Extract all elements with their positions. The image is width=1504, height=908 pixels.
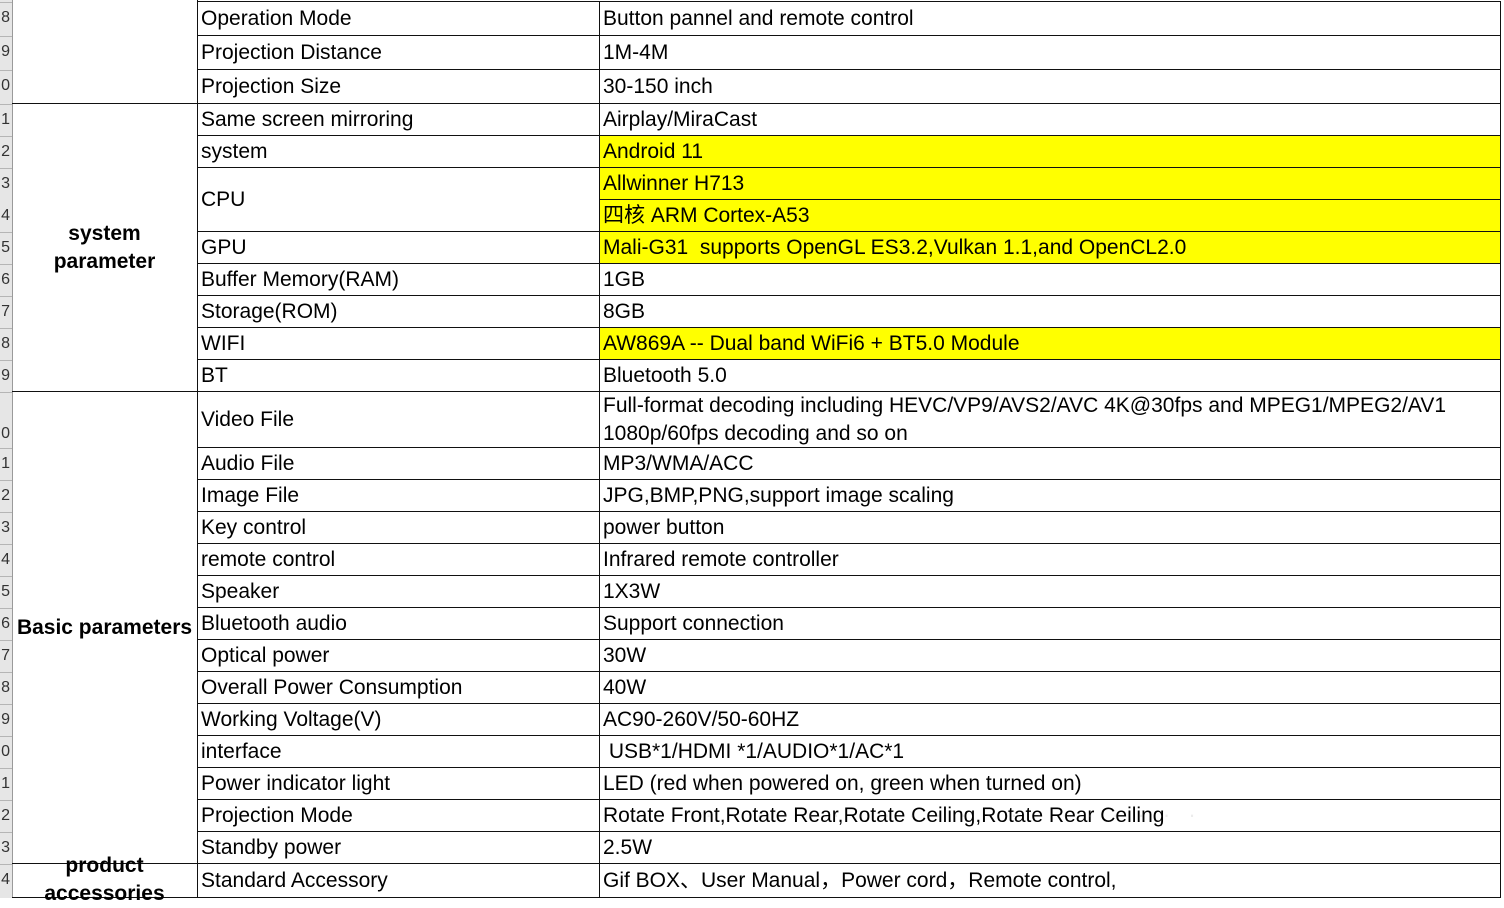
group-cell-1: system parameter (12, 104, 198, 392)
value-cell: Support connection (600, 608, 1501, 640)
param-cell: Same screen mirroring (198, 104, 600, 136)
value-cell: 8GB (600, 296, 1501, 328)
value-cell: Gif BOX、User Manual，Power cord，Remote co… (600, 864, 1501, 898)
value-cell: Button pannel and remote control (600, 2, 1501, 36)
value-cell: Infrared remote controller (600, 544, 1501, 576)
group-label-line: product (65, 854, 144, 877)
param-cell: Projection Size (198, 70, 600, 104)
param-cell: Bluetooth audio (198, 608, 600, 640)
param-cell: Key control (198, 512, 600, 544)
value-cell: 1M-4M (600, 36, 1501, 70)
param-cell: Power indicator light (198, 768, 600, 800)
group-label-line: Basic parameters (16, 615, 193, 639)
param-cell: Audio File (198, 448, 600, 480)
param-cell: WIFI (198, 328, 600, 360)
param-cell: Working Voltage(V) (198, 704, 600, 736)
group-label-line: system (68, 221, 141, 245)
param-cell: Video File (198, 392, 600, 448)
param-cell: interface (198, 736, 600, 768)
param-cell: Projection Mode (198, 800, 600, 832)
param-cell: GPU (198, 232, 600, 264)
value-cell: power button (600, 512, 1501, 544)
value-cell: USB*1/HDMI *1/AUDIO*1/AC*1 (600, 736, 1501, 768)
group-cell-continued (12, 2, 198, 104)
value-cell: 四核 ARM Cortex-A53 (600, 200, 1501, 232)
group-label-line: parameter (53, 249, 156, 273)
param-cell: Operation Mode (198, 2, 600, 36)
value-cell: 1GB (600, 264, 1501, 296)
param-cell: Standard Accessory (198, 864, 600, 898)
value-cell: AW869A -- Dual band WiFi6 + BT5.0 Module (600, 328, 1501, 360)
param-cell: BT (198, 360, 600, 392)
value-cell: 2.5W (600, 832, 1501, 864)
value-cell: LED (red when powered on, green when tur… (600, 768, 1501, 800)
value-cell: 1X3W (600, 576, 1501, 608)
group-cell-3: product accessories (12, 854, 198, 905)
value-cell: Allwinner H713 (600, 168, 1501, 200)
param-cell: Image File (198, 480, 600, 512)
param-cell: Projection Distance (198, 36, 600, 70)
param-cell: Speaker (198, 576, 600, 608)
value-cell: 30W (600, 640, 1501, 672)
value-cell: Mali-G31 supports OpenGL ES3.2,Vulkan 1.… (600, 232, 1501, 264)
value-cell: Airplay/MiraCast (600, 104, 1501, 136)
value-cell: 40W (600, 672, 1501, 704)
group-label-line: accessories (44, 882, 165, 905)
value-cell: Bluetooth 5.0 (600, 360, 1501, 392)
value-cell: MP3/WMA/ACC (600, 448, 1501, 480)
watermark: · · · · · · · · · · · · · · · · · · · · (705, 802, 1202, 827)
param-cell: remote control (198, 544, 600, 576)
param-cell: system (198, 136, 600, 168)
param-cell: Optical power (198, 640, 600, 672)
value-cell: 30-150 inch (600, 70, 1501, 104)
param-cell: Overall Power Consumption (198, 672, 600, 704)
value-cell: Full-format decoding including HEVC/VP9/… (600, 392, 1501, 448)
group-cell-2: Basic parameters (12, 392, 198, 864)
value-cell: Android 11 (600, 136, 1501, 168)
param-cell: Standby power (198, 832, 600, 864)
spec-sheet: system parameter Basic parameters product ac… (0, 0, 1504, 905)
value-cell: JPG,BMP,PNG,support image scaling (600, 480, 1501, 512)
param-cell: Buffer Memory(RAM) (198, 264, 600, 296)
value-cell: AC90-260V/50-60HZ (600, 704, 1501, 736)
param-cell: CPU (198, 168, 600, 232)
param-cell: Storage(ROM) (198, 296, 600, 328)
